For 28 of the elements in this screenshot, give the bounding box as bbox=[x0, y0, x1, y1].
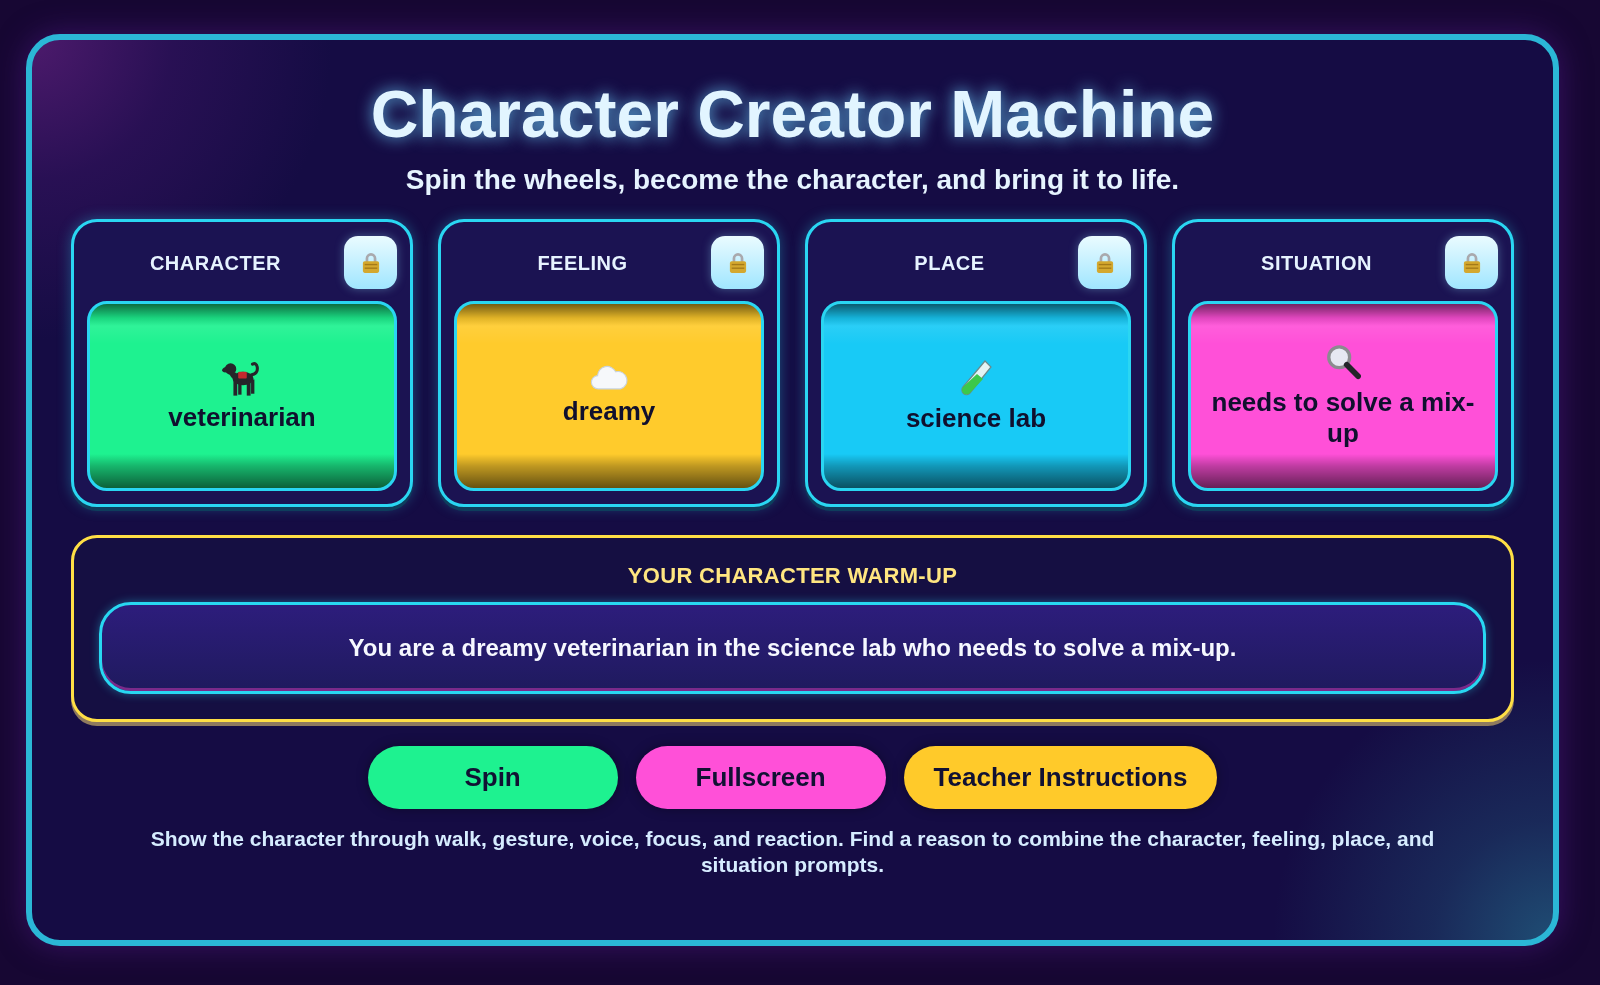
lock-button[interactable] bbox=[711, 236, 764, 289]
wheel-label: PLACE bbox=[913, 250, 986, 276]
padlock-icon bbox=[1462, 251, 1481, 274]
wheel-value: science lab bbox=[905, 402, 1047, 434]
padlock-icon bbox=[728, 251, 747, 274]
title: Character Creator Machine bbox=[370, 81, 1215, 147]
lock-button[interactable] bbox=[344, 236, 397, 289]
wheel-label: FEELING bbox=[536, 250, 629, 276]
action-button[interactable]: Spin bbox=[367, 746, 618, 809]
dog-icon bbox=[222, 359, 262, 396]
wheel-value: needs to solve a mix-up bbox=[1210, 387, 1476, 449]
action-button[interactable]: Teacher Instructions bbox=[903, 746, 1218, 809]
padlock-icon bbox=[361, 251, 380, 274]
subtitle: Spin the wheels, become the character, and bring it to life. bbox=[405, 163, 1180, 196]
wheel-value: dreamy bbox=[562, 396, 656, 427]
cloud-icon bbox=[590, 365, 628, 390]
wheel-label: SITUATION bbox=[1260, 250, 1373, 276]
test-tube-icon bbox=[958, 358, 994, 397]
warmup-heading: YOUR CHARACTER WARM-UP bbox=[627, 562, 958, 590]
wheel-label: CHARACTER bbox=[148, 250, 283, 276]
magnifier-icon bbox=[1325, 343, 1361, 381]
warmup-text: You are a dreamy veterinarian in the science lab who needs to solve a mix-up. bbox=[348, 633, 1237, 663]
lock-button[interactable] bbox=[1078, 236, 1131, 289]
padlock-icon bbox=[1095, 251, 1114, 274]
wheel-value: veterinarian bbox=[168, 401, 316, 433]
lock-button[interactable] bbox=[1445, 236, 1498, 289]
action-button[interactable]: Fullscreen bbox=[635, 746, 886, 809]
footer-instructions: Show the character through walk, gesture, voice, focus, and reaction. Find a reason to combine the character, feeling, place, and situation prompts. bbox=[149, 826, 1436, 878]
